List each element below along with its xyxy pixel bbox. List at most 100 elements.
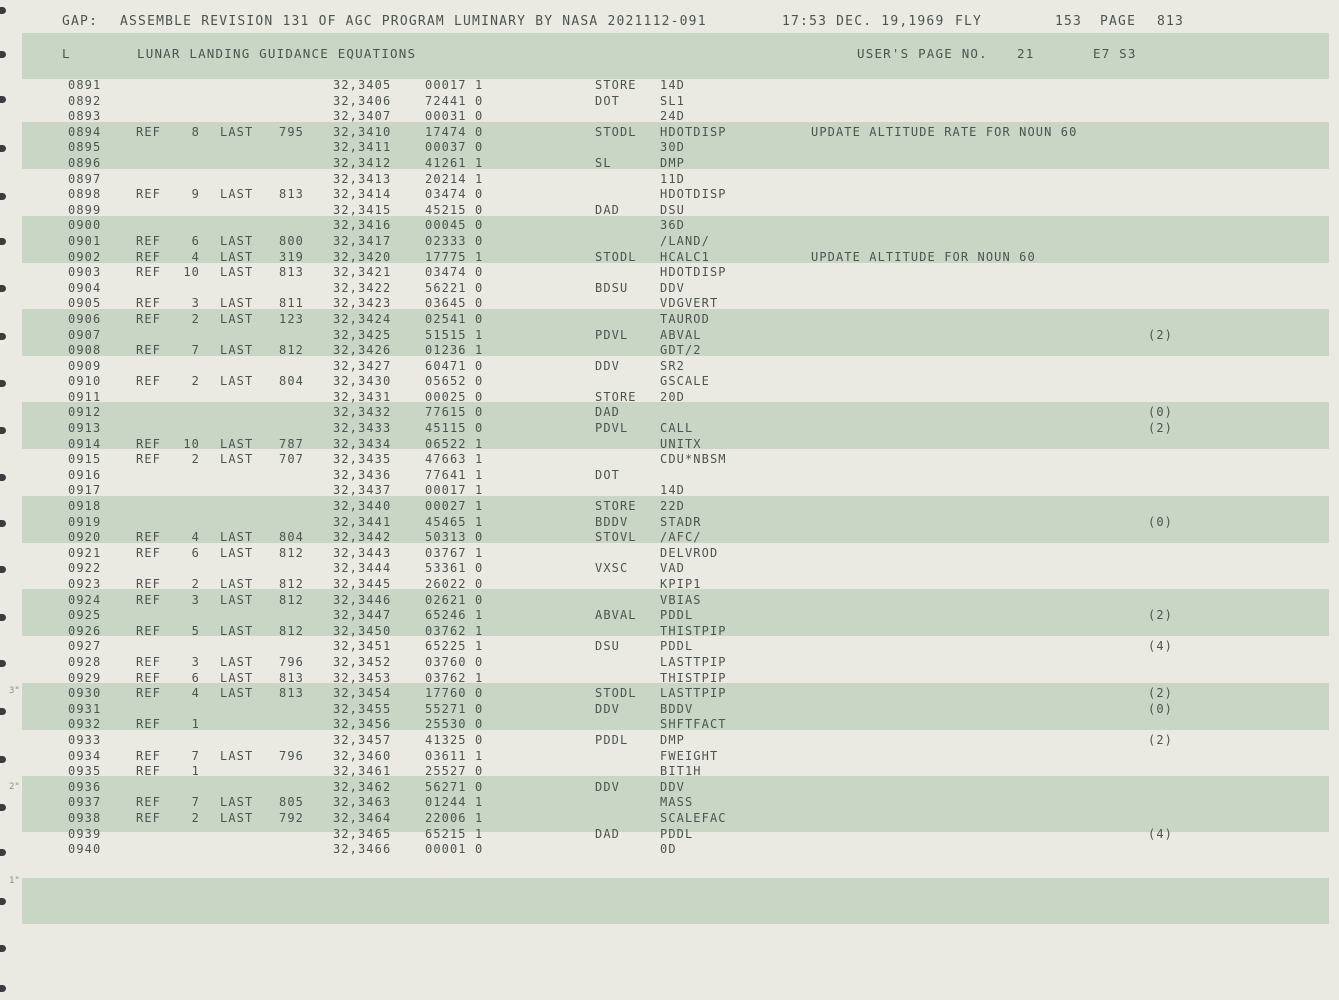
operand: KPIP1 xyxy=(660,577,702,591)
listing-row: 0920 REF 4 LAST 804 32,3442 50313 0 STOVL/AFC/ xyxy=(0,530,1339,546)
octal-word: 56271 0 xyxy=(425,779,484,794)
last-page: 812 xyxy=(279,577,304,591)
line-number: 0932 xyxy=(68,717,102,732)
listing-row: 0933 32,3457 41325 0 PDDL DMP (2) xyxy=(0,733,1339,749)
last-label: LAST xyxy=(220,748,254,763)
line-number: 0907 xyxy=(68,327,102,342)
ref-label: REF xyxy=(136,187,161,202)
ref-label: REF xyxy=(136,623,161,638)
last-label: LAST xyxy=(220,436,254,451)
last-label: LAST xyxy=(220,374,254,389)
octal-word: 50313 0 xyxy=(425,530,484,545)
operand: DDV xyxy=(660,280,685,295)
operand: DSU xyxy=(660,202,685,217)
operand: 11D xyxy=(660,171,685,186)
octal-word: 00027 1 xyxy=(425,499,484,514)
stack-note: (4) xyxy=(1148,639,1173,654)
octal-word: 06522 1 xyxy=(425,436,484,451)
line-number: 0912 xyxy=(68,405,102,420)
assembly-header: GAP: ASSEMBLE REVISION 131 OF AGC PROGRA… xyxy=(0,14,1339,32)
opcode: BDSU xyxy=(595,280,629,295)
operand: CDU*NBSM xyxy=(660,452,727,467)
ref-label: REF xyxy=(136,530,161,545)
line-number: 0936 xyxy=(68,779,102,794)
opcode: STORE xyxy=(595,499,637,514)
listing-row: 0934 REF 7 LAST 796 32,3460 03611 1 FWEIGHT xyxy=(0,749,1339,765)
last-page: 319 xyxy=(279,249,304,264)
listing-row: 0894 REF 8 LAST 795 32,3410 17474 0 STODL HDOTDI… xyxy=(0,125,1339,141)
opcode: STODL xyxy=(595,124,637,139)
operand: HDOTDISP xyxy=(660,265,727,280)
green-band xyxy=(22,878,1329,924)
ref-count: 3 xyxy=(191,592,200,607)
line-number: 0914 xyxy=(68,436,102,451)
listing-row: 0903 REF 10 LAST 813 32,3421 03474 0 HDOTDISP xyxy=(0,265,1339,281)
users-page-label: USER'S PAGE NO. xyxy=(857,46,988,61)
memory-address: 32,3446 xyxy=(333,592,392,607)
section-code: E7 S3 xyxy=(1093,46,1137,61)
memory-address: 32,3452 xyxy=(333,654,392,669)
listing-row: 0926 REF 5 LAST 812 32,3450 03762 1 THISTPIP xyxy=(0,624,1339,640)
opcode: DOT xyxy=(595,467,620,482)
memory-address: 32,3423 xyxy=(333,296,392,311)
operand: GSCALE xyxy=(660,374,710,389)
last-label: LAST xyxy=(220,592,254,607)
line-number: 0906 xyxy=(68,311,102,326)
listing-row: 0913 32,3433 45115 0 PDVL CALL (2) xyxy=(0,421,1339,437)
listing-row: 0909 32,3427 60471 0 DDV SR2 xyxy=(0,359,1339,375)
listing-row: 0927 32,3451 65225 1 DSU PDDL (4) xyxy=(0,639,1339,655)
listing-row: 0921 REF 6 LAST 812 32,3443 03767 1 DELVROD xyxy=(0,546,1339,562)
memory-address: 32,3462 xyxy=(333,779,392,794)
memory-address: 32,3410 xyxy=(333,124,392,139)
memory-address: 32,3443 xyxy=(333,545,392,560)
last-page: 805 xyxy=(279,795,304,810)
ref-count: 4 xyxy=(191,686,200,701)
line-number: 0896 xyxy=(68,155,102,170)
memory-address: 32,3415 xyxy=(333,202,392,217)
listing-row: 0924 REF 3 LAST 812 32,3446 02621 0 VBIAS xyxy=(0,593,1339,609)
opcode: ABVAL xyxy=(595,608,637,623)
ref-label: REF xyxy=(136,717,161,732)
ref-label: REF xyxy=(136,810,161,825)
listing-row: 0900 32,3416 00045 0 36D xyxy=(0,218,1339,234)
listing-row: 0905 REF 3 LAST 811 32,3423 03645 0 VDGVERT xyxy=(0,296,1339,312)
listing-row: 0891 32,3405 00017 1 STORE 14D xyxy=(0,78,1339,94)
octal-word: 02541 0 xyxy=(425,311,484,326)
ref-label: REF xyxy=(136,265,161,280)
ref-count: 6 xyxy=(191,670,200,685)
octal-word: 03611 1 xyxy=(425,748,484,763)
listing-row: 0925 32,3447 65246 1 ABVAL PDDL (2) xyxy=(0,608,1339,624)
operand: MASS xyxy=(660,795,694,810)
line-number: 0924 xyxy=(68,592,102,607)
octal-word: 45215 0 xyxy=(425,202,484,217)
last-label: LAST xyxy=(220,311,254,326)
operand: THISTPIP xyxy=(660,623,727,638)
operand: 20D xyxy=(660,389,685,404)
operand: PDDL xyxy=(660,826,694,841)
octal-word: 02621 0 xyxy=(425,592,484,607)
octal-word: 03645 0 xyxy=(425,296,484,311)
opcode: STORE xyxy=(595,78,637,92)
line-number: 0911 xyxy=(68,389,102,404)
memory-address: 32,3464 xyxy=(333,810,392,825)
opcode: STORE xyxy=(595,389,637,404)
octal-word: 72441 0 xyxy=(425,93,484,108)
last-page: 812 xyxy=(279,545,304,560)
stack-note: (2) xyxy=(1148,686,1173,701)
last-label: LAST xyxy=(220,686,254,701)
last-page: 123 xyxy=(279,311,304,326)
opcode: DSU xyxy=(595,639,620,654)
title-flag: L xyxy=(62,46,71,61)
header-prefix: GAP: xyxy=(62,14,99,29)
ref-count: 4 xyxy=(191,530,200,545)
listing-row: 0918 32,3440 00027 1 STORE 22D xyxy=(0,499,1339,515)
operand: VAD xyxy=(660,561,685,576)
stack-note: (2) xyxy=(1148,421,1173,436)
octal-word: 60471 0 xyxy=(425,358,484,373)
octal-word: 03474 0 xyxy=(425,187,484,202)
operand: GDT/2 xyxy=(660,343,702,358)
operand: DMP xyxy=(660,155,685,170)
stack-note: (0) xyxy=(1148,701,1173,716)
opcode: DDV xyxy=(595,701,620,716)
listing-row: 0912 32,3432 77615 0 DAD (0) xyxy=(0,405,1339,421)
